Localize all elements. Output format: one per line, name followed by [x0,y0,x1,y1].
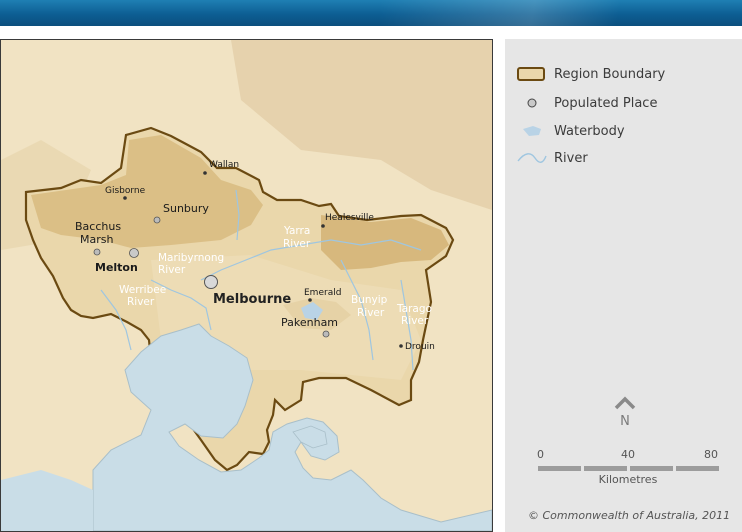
river-label-tarago: Tarago [396,303,432,315]
scale-segment [538,466,581,471]
top-banner [0,0,742,26]
scale-bar: 0 40 80 Kilometres [533,448,723,488]
place-dot-sunbury[interactable] [153,216,161,224]
place-label-sunbury: Sunbury [163,202,209,215]
place-label-pakenham: Pakenham [281,316,338,329]
scale-segment [630,466,673,471]
north-label: N [620,414,630,429]
river-label-maribyrnong: Maribyrnong [158,252,224,264]
banner-shine [380,0,720,26]
place-label-marsh: Marsh [80,233,113,246]
legend-item-river: River [517,148,588,168]
north-arrow: N [612,392,638,429]
river-label-bunyip: Bunyip [351,294,388,306]
waterbody-swatch-icon [517,121,547,141]
place-label-bacchus: Bacchus [75,220,121,233]
scale-tick-0: 0 [537,448,544,461]
river-label-tarago-river: River [401,315,429,327]
scale-tick-40: 40 [621,448,635,461]
place-dot-gisborne[interactable] [123,196,127,200]
river-label-maribyrnong-river: River [158,264,186,276]
place-dot-melton[interactable] [129,248,139,258]
copyright-notice: © Commonwealth of Australia, 2011 [528,509,731,522]
region-boundary-swatch-icon [517,64,547,84]
map-frame[interactable]: Wallan Gisborne Sunbury Healesville Bacc… [0,39,493,532]
legend-item-populated-place: Populated Place [517,93,657,113]
place-label-healesville: Healesville [325,213,374,223]
legend-item-waterbody: Waterbody [517,121,625,141]
legend-label: Waterbody [554,123,625,139]
place-dot-emerald[interactable] [308,298,312,302]
place-label-melton: Melton [95,261,138,274]
place-dot-drouin[interactable] [399,344,403,348]
river-label-werribee: Werribee [119,284,166,296]
scale-tick-80: 80 [704,448,718,461]
legend-label: Region Boundary [554,66,666,82]
legend-label: Populated Place [554,95,658,111]
place-dot-pakenham[interactable] [322,330,330,338]
populated-place-dot-icon [517,93,547,113]
scale-segment [676,466,719,471]
river-label-yarra-river: River [283,238,311,250]
scale-unit-label: Kilometres [598,473,658,486]
north-arrow-icon [614,396,636,410]
place-label-wallan: Wallan [209,160,239,170]
place-dot-healesville[interactable] [321,224,325,228]
place-label-melbourne: Melbourne [213,292,291,307]
scale-segment [584,466,627,471]
river-label-werribee-river: River [127,296,155,308]
river-label-yarra: Yarra [283,225,310,237]
place-dot-bacchus-marsh[interactable] [93,248,101,256]
river-label-bunyip-river: River [357,307,385,319]
place-dot-melbourne[interactable] [204,275,218,289]
place-label-drouin: Drouin [405,342,435,352]
legend-label: River [554,150,588,166]
place-label-emerald: Emerald [304,288,341,298]
legend-item-region-boundary: Region Boundary [517,64,665,84]
map-canvas[interactable]: Wallan Gisborne Sunbury Healesville Bacc… [1,40,492,531]
river-line-icon [517,148,547,168]
place-dot-wallan[interactable] [203,171,207,175]
place-label-gisborne: Gisborne [105,186,146,196]
